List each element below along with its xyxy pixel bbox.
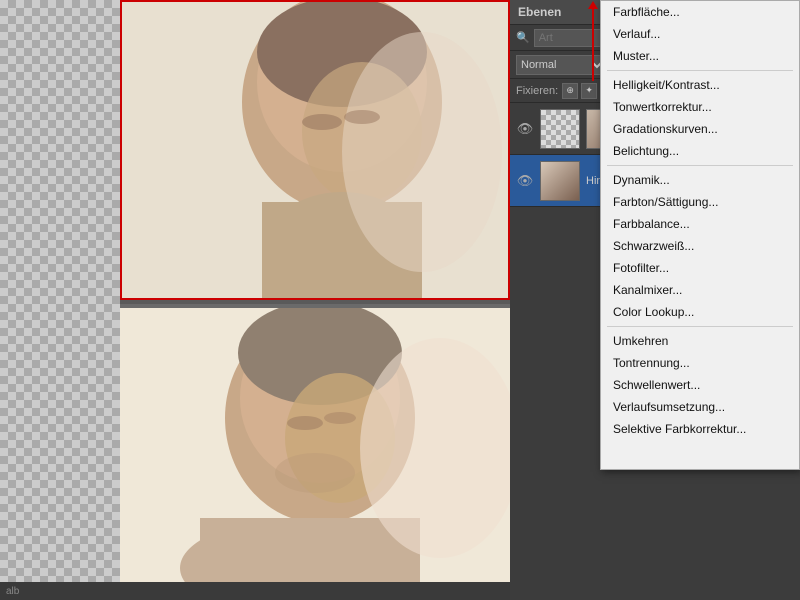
menu-item-3[interactable]: Helligkeit/Kontrast... [601, 74, 799, 96]
menu-item-8[interactable]: Farbton/Sättigung... [601, 191, 799, 213]
layers-panel-title: Ebenen [518, 5, 561, 19]
photo-bottom [120, 308, 510, 600]
dropdown-menu: Farbfläche...Verlauf...Muster... Helligke… [600, 0, 800, 470]
menu-item-0[interactable]: Farbfläche... [601, 1, 799, 23]
menu-item-15[interactable]: Tontrennung... [601, 352, 799, 374]
red-arrow-line [592, 9, 594, 81]
menu-item-2[interactable]: Muster... [601, 45, 799, 67]
menu-item-1[interactable]: Verlauf... [601, 23, 799, 45]
fix-pixel-icon[interactable]: ✦ [581, 83, 597, 99]
layer-eye-icon-1[interactable]: 👁 [516, 120, 534, 138]
photo-top [120, 0, 510, 300]
transparency-checker [0, 0, 120, 600]
menu-item-14[interactable]: Umkehren [601, 330, 799, 352]
menu-separator-2 [607, 70, 793, 71]
menu-item-6[interactable]: Belichtung... [601, 140, 799, 162]
layer-thumb-1 [540, 109, 580, 149]
status-bar: alb [0, 582, 510, 600]
photo-divider [120, 300, 510, 304]
fix-position-icon[interactable]: ⊕ [562, 83, 578, 99]
menu-item-16[interactable]: Schwellenwert... [601, 374, 799, 396]
layer-thumb-2 [540, 161, 580, 201]
menu-separator-6 [607, 165, 793, 166]
layer-eye-icon-2[interactable]: 👁 [516, 172, 534, 190]
search-icon: 🔍 [516, 31, 530, 44]
red-arrow-indicator [587, 1, 599, 81]
fix-label: Fixieren: [516, 85, 558, 97]
menu-item-7[interactable]: Dynamik... [601, 169, 799, 191]
menu-item-10[interactable]: Schwarzweiß... [601, 235, 799, 257]
red-arrow-head [588, 1, 598, 9]
menu-item-4[interactable]: Tonwertkorrektur... [601, 96, 799, 118]
menu-item-17[interactable]: Verlaufsumsetzung... [601, 396, 799, 418]
menu-item-18[interactable]: Selektive Farbkorrektur... [601, 418, 799, 440]
status-text: alb [6, 586, 19, 597]
menu-item-9[interactable]: Farbbalance... [601, 213, 799, 235]
menu-separator-13 [607, 326, 793, 327]
menu-item-12[interactable]: Kanalmixer... [601, 279, 799, 301]
menu-item-13[interactable]: Color Lookup... [601, 301, 799, 323]
menu-item-11[interactable]: Fotofilter... [601, 257, 799, 279]
menu-item-5[interactable]: Gradationskurven... [601, 118, 799, 140]
canvas-area: alb [0, 0, 510, 600]
